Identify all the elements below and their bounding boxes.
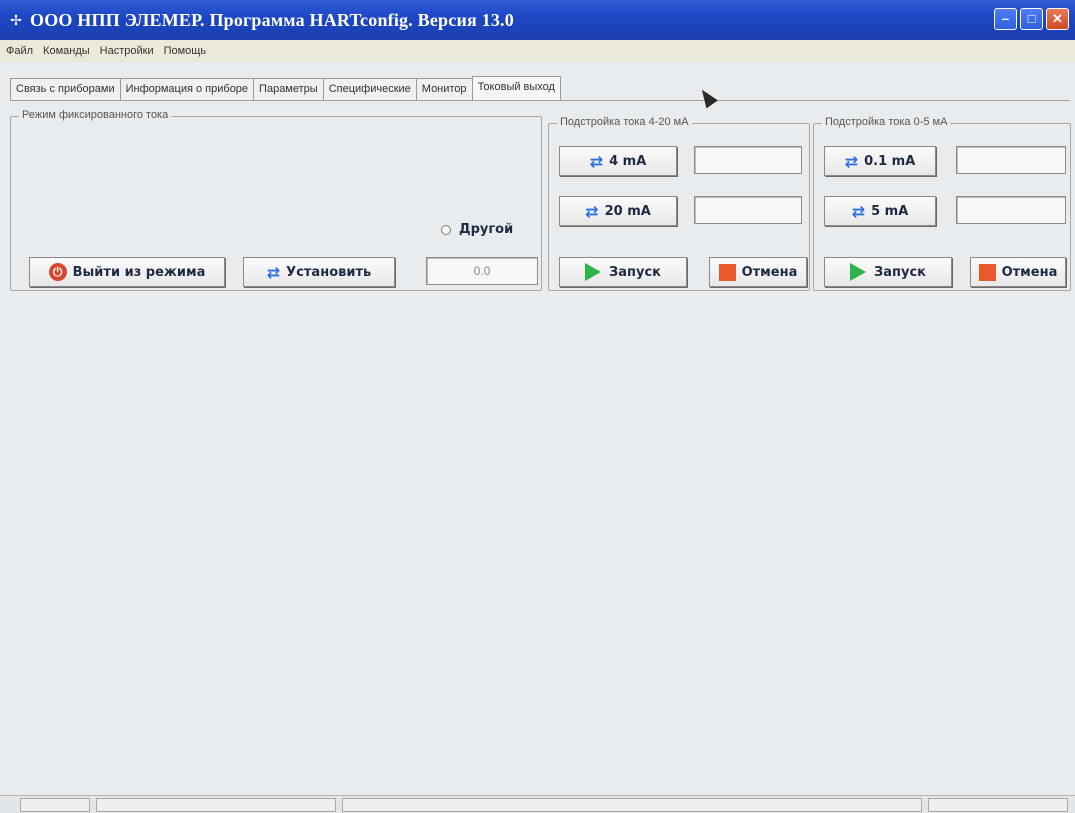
- arrow-send-icon: ⇄: [844, 151, 859, 171]
- value-01ma-field[interactable]: [956, 146, 1066, 174]
- trim-4-20-group: Подстройка тока 4-20 мА ⇄ 4 mA ⇄ 20 mA З…: [548, 116, 810, 291]
- set-01ma-label: 0.1 mA: [864, 153, 916, 169]
- window-controls: – □ ✕: [994, 8, 1069, 30]
- exit-mode-label: Выйти из режима: [72, 264, 206, 280]
- set-5ma-button[interactable]: ⇄ 5 mA: [824, 196, 936, 226]
- start-label: Запуск: [874, 264, 926, 280]
- cancel-label: Отмена: [1001, 264, 1058, 280]
- tab-monitor[interactable]: Монитор: [415, 78, 473, 100]
- fixed-current-group: Режим фиксированного тока Другой ⏻ Выйти…: [10, 109, 542, 291]
- trim-0-5-group: Подстройка тока 0-5 мА ⇄ 0.1 mA ⇄ 5 mA З…: [813, 116, 1071, 291]
- set-4ma-button[interactable]: ⇄ 4 mA: [559, 146, 677, 176]
- value-20ma-field[interactable]: [694, 196, 802, 224]
- play-icon: [850, 263, 866, 281]
- status-cell: [342, 798, 922, 812]
- cancel-label: Отмена: [741, 264, 798, 280]
- start-trim-0-5-button[interactable]: Запуск: [824, 257, 952, 287]
- exit-mode-button[interactable]: ⏻ Выйти из режима: [29, 257, 225, 287]
- stop-icon: [978, 263, 996, 281]
- radio-circle[interactable]: [441, 224, 451, 235]
- minimize-button[interactable]: –: [994, 8, 1017, 30]
- tab-specific[interactable]: Специфические: [322, 78, 417, 100]
- tab-current-output[interactable]: Токовый выход: [471, 76, 561, 100]
- menu-bar: Файл Команды Настройки Помощь: [0, 40, 1075, 62]
- play-icon: [585, 263, 601, 281]
- arrow-send-icon: ⇄: [266, 262, 281, 282]
- radio-other[interactable]: Другой: [441, 222, 513, 237]
- trim-4-20-label: Подстройка тока 4-20 мА: [557, 116, 692, 128]
- tab-device-info[interactable]: Информация о приборе: [119, 78, 255, 100]
- set-button-label: Установить: [286, 264, 372, 280]
- set-button[interactable]: ⇄ Установить: [243, 257, 395, 287]
- set-20ma-button[interactable]: ⇄ 20 mA: [559, 196, 677, 226]
- start-trim-4-20-button[interactable]: Запуск: [559, 257, 687, 287]
- app-icon: ✢: [10, 12, 22, 28]
- value-5ma-field[interactable]: [956, 196, 1066, 224]
- window-title: ООО НПП ЭЛЕМЕР. Программа HARTconfig. Ве…: [30, 9, 514, 30]
- status-cell: [928, 798, 1068, 812]
- status-cell: [20, 798, 90, 812]
- title-bar: ✢ ООО НПП ЭЛЕМЕР. Программа HARTconfig. …: [0, 0, 1075, 40]
- tab-connection[interactable]: Связь с приборами: [10, 78, 121, 100]
- set-5ma-label: 5 mA: [871, 203, 909, 219]
- status-bar: [0, 795, 1075, 813]
- tab-panel: Режим фиксированного тока Другой ⏻ Выйти…: [10, 100, 1071, 295]
- set-01ma-button[interactable]: ⇄ 0.1 mA: [824, 146, 936, 176]
- menu-commands[interactable]: Команды: [43, 45, 90, 57]
- radio-other-label: Другой: [459, 222, 514, 237]
- maximize-button[interactable]: □: [1020, 8, 1043, 30]
- fixed-current-label: Режим фиксированного тока: [19, 109, 172, 121]
- arrow-send-icon: ⇄: [589, 151, 604, 171]
- set-4ma-label: 4 mA: [609, 153, 647, 169]
- cancel-trim-0-5-button[interactable]: Отмена: [970, 257, 1066, 287]
- arrow-send-icon: ⇄: [851, 201, 866, 221]
- set-20ma-label: 20 mA: [604, 203, 651, 219]
- tab-parameters[interactable]: Параметры: [253, 78, 324, 100]
- menu-settings[interactable]: Настройки: [100, 45, 154, 57]
- stop-icon: [718, 263, 736, 281]
- fixed-current-value-field[interactable]: 0.0: [426, 257, 538, 285]
- trim-0-5-label: Подстройка тока 0-5 мА: [822, 116, 951, 128]
- status-cell: [96, 798, 336, 812]
- cancel-trim-4-20-button[interactable]: Отмена: [709, 257, 807, 287]
- power-icon: ⏻: [48, 263, 67, 281]
- close-button[interactable]: ✕: [1046, 8, 1069, 30]
- menu-file[interactable]: Файл: [6, 45, 33, 57]
- start-label: Запуск: [609, 264, 661, 280]
- menu-help[interactable]: Помощь: [164, 45, 207, 57]
- tab-bar: Связь с приборами Информация о приборе П…: [10, 76, 561, 100]
- arrow-send-icon: ⇄: [585, 201, 599, 221]
- value-4ma-field[interactable]: [694, 146, 802, 174]
